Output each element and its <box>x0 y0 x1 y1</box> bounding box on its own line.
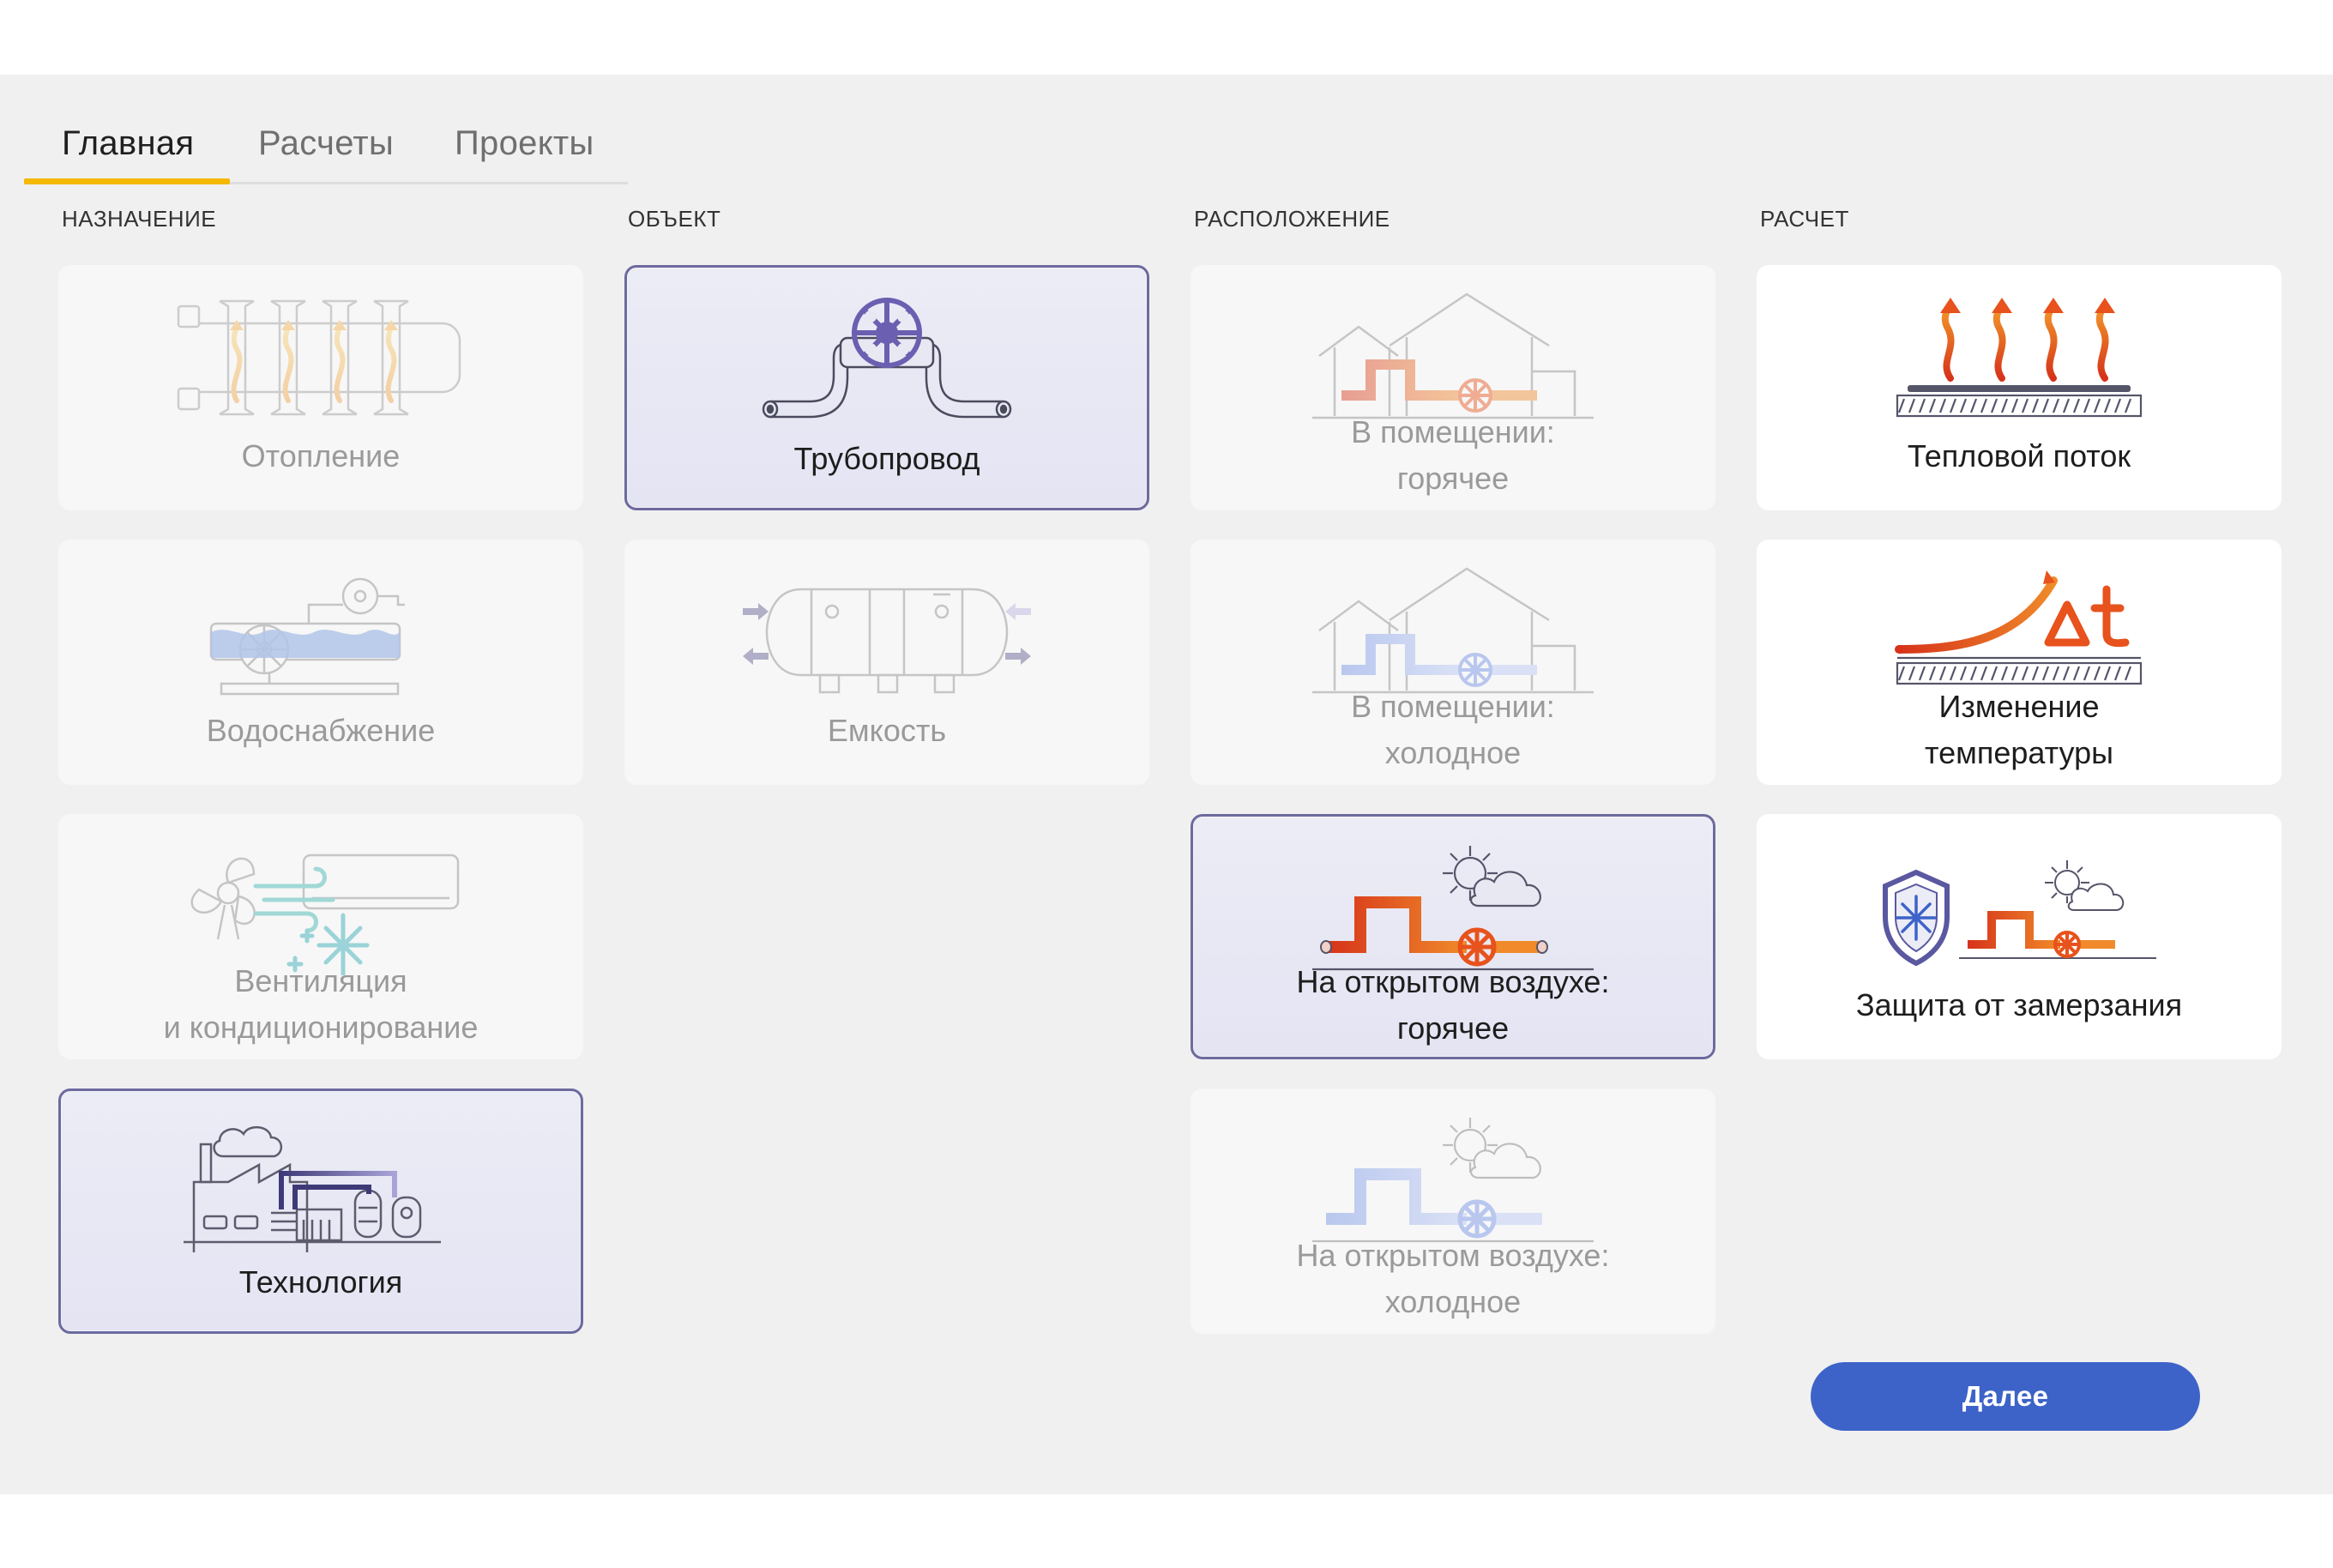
next-button[interactable]: Далее <box>1811 1362 2200 1431</box>
option-water-supply-label: Водоснабжение <box>206 713 436 748</box>
factory-icon <box>175 1115 467 1252</box>
option-tank-label: Емкость <box>827 713 947 748</box>
option-indoor-hot[interactable]: В помещении: горячее <box>1191 265 1715 510</box>
indoor-hot-icon <box>1307 289 1599 426</box>
option-outdoor-cold-label: На открытом воздухе: холодное <box>1296 1238 1610 1319</box>
tab-bar: Главная Расчеты Проекты <box>24 100 628 184</box>
heading-object: ОБЪЕКТ <box>628 206 721 232</box>
option-frost-protection-label: Защита от замерзания <box>1855 987 2183 1022</box>
option-water-supply[interactable]: Водоснабжение <box>58 540 583 785</box>
tab-home[interactable]: Главная <box>62 124 194 163</box>
tank-icon <box>741 564 1033 701</box>
water-supply-icon <box>175 564 467 701</box>
option-ventilation-label: Вентиляция и кондиционирование <box>163 963 479 1045</box>
option-outdoor-hot-label: На открытом воздухе: горячее <box>1296 964 1610 1046</box>
option-frost-protection[interactable]: Защита от замерзания <box>1757 814 2282 1059</box>
option-ventilation[interactable]: Вентиляция и кондиционирование <box>58 814 583 1059</box>
heading-location: РАСПОЛОЖЕНИЕ <box>1194 206 1390 232</box>
option-heating-label: Отопление <box>241 438 401 473</box>
pipeline-icon <box>741 292 1033 429</box>
ventilation-icon <box>175 838 467 975</box>
option-heating[interactable]: Отопление <box>58 265 583 510</box>
frost-protection-icon <box>1873 838 2165 975</box>
main-panel: Главная Расчеты Проекты НАЗНАЧЕНИЕ ОБЪЕК… <box>0 75 2333 1494</box>
outdoor-cold-icon <box>1307 1113 1599 1250</box>
heat-flow-icon <box>1873 289 2165 426</box>
option-indoor-cold[interactable]: В помещении: холодное <box>1191 540 1715 785</box>
tab-calculations[interactable]: Расчеты <box>258 124 394 163</box>
option-technology[interactable]: Технология <box>58 1089 583 1334</box>
heading-purpose: НАЗНАЧЕНИЕ <box>62 206 217 232</box>
option-outdoor-hot[interactable]: На открытом воздухе: горячее <box>1191 814 1715 1059</box>
option-heat-flow-label: Тепловой поток <box>1907 438 2131 473</box>
option-tank[interactable]: Емкость <box>624 540 1149 785</box>
active-tab-indicator <box>24 178 230 184</box>
option-indoor-cold-label: В помещении: холодное <box>1351 689 1555 770</box>
option-indoor-hot-label: В помещении: горячее <box>1351 414 1555 496</box>
indoor-cold-icon <box>1307 564 1599 701</box>
radiator-icon <box>175 289 467 426</box>
option-pipeline-label: Трубопровод <box>793 441 980 476</box>
heading-calculation: РАСЧЕТ <box>1760 206 1849 232</box>
option-temperature-change-label: Изменение температуры <box>1924 689 2113 770</box>
option-temperature-change[interactable]: Изменение температуры <box>1757 540 2282 785</box>
outdoor-hot-icon <box>1307 841 1599 978</box>
tab-projects[interactable]: Проекты <box>455 124 594 163</box>
option-pipeline[interactable]: Трубопровод <box>624 265 1149 510</box>
option-heat-flow[interactable]: Тепловой поток <box>1757 265 2282 510</box>
delta-t-icon <box>1873 564 2165 701</box>
option-outdoor-cold[interactable]: На открытом воздухе: холодное <box>1191 1089 1715 1334</box>
option-technology-label: Технология <box>238 1264 403 1300</box>
